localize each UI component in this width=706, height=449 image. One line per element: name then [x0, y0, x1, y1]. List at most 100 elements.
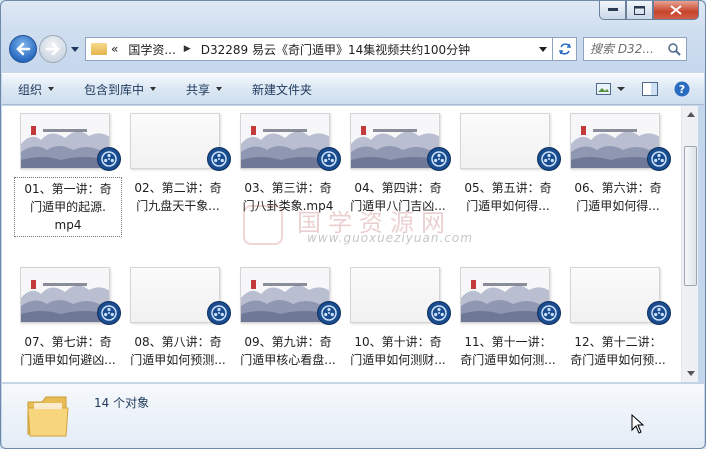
file-name-line: 门遁甲如何避凶...: [20, 353, 116, 367]
video-player-icon: [207, 147, 231, 171]
file-name[interactable]: 10、第十讲：奇 门遁甲如何测财...: [344, 331, 452, 371]
forward-button[interactable]: [39, 35, 67, 63]
share-label: 共享: [186, 82, 211, 97]
file-name-line: 门九盘天干象...: [136, 199, 220, 213]
file-list-view[interactable]: 国学资源网 www.guoxueziyuan.com 01、第一讲：奇 门遁甲的起…: [2, 106, 681, 382]
breadcrumb-separator-icon[interactable]: ▶: [184, 44, 191, 54]
video-player-icon: [207, 301, 231, 325]
file-item[interactable]: 03、第三讲：奇 门八卦类象.mp4: [234, 109, 342, 235]
file-item[interactable]: 06、第六讲：奇 门遁甲如何得...: [564, 109, 672, 235]
file-name-line: 门遁甲如何测财...: [350, 353, 446, 367]
caret-down-icon: [216, 87, 223, 91]
file-name-line: 门遁甲核心看盘...: [240, 353, 336, 367]
video-player-icon: [317, 301, 341, 325]
minimize-icon: [607, 8, 618, 11]
share-menu[interactable]: 共享: [186, 81, 223, 98]
refresh-button[interactable]: [553, 37, 577, 61]
file-name-line: 12、第十二讲：: [574, 335, 662, 349]
folder-icon: [91, 43, 107, 55]
change-view-button[interactable]: [596, 82, 626, 96]
search-icon: [668, 42, 681, 56]
file-item[interactable]: 04、第四讲：奇 门遁甲八门吉凶...: [344, 109, 452, 235]
file-name[interactable]: 09、第九讲：奇 门遁甲核心看盘...: [234, 331, 342, 371]
file-name[interactable]: 08、第八讲：奇 门遁甲如何预测...: [124, 331, 232, 371]
video-player-icon: [537, 147, 561, 171]
file-name[interactable]: 05、第五讲：奇 门遁甲如何得...: [454, 177, 562, 217]
caption-buttons: [599, 1, 699, 23]
arrow-left-icon: [16, 42, 31, 56]
help-button[interactable]: ?: [674, 81, 690, 97]
file-name[interactable]: 12、第十二讲： 奇门遁甲如何预...: [564, 331, 672, 371]
preview-pane-icon: [642, 82, 658, 96]
file-item[interactable]: 07、第七讲：奇 门遁甲如何避凶...: [14, 263, 122, 382]
file-item[interactable]: 01、第一讲：奇 门遁甲的起源. mp4: [14, 109, 122, 237]
chevron-down-icon: [539, 46, 547, 52]
video-player-icon: [427, 301, 451, 325]
address-dropdown[interactable]: [534, 38, 552, 60]
organize-label: 组织: [18, 82, 43, 97]
file-name-line: 02、第二讲：奇: [134, 181, 222, 195]
file-name[interactable]: 03、第三讲：奇 门八卦类象.mp4: [234, 177, 342, 217]
file-name-line: 门遁甲如何预测...: [130, 353, 226, 367]
scrollbar-thumb[interactable]: [684, 146, 697, 286]
file-name-line: 奇门遁甲如何预...: [570, 353, 666, 367]
file-item[interactable]: 05、第五讲：奇 门遁甲如何得...: [454, 109, 562, 235]
file-item[interactable]: 11、第十一讲： 奇门遁甲如何测...: [454, 263, 562, 382]
close-button[interactable]: [653, 1, 699, 20]
video-player-icon: [97, 147, 121, 171]
item-count: 14 个对象: [94, 396, 150, 410]
organize-menu[interactable]: 组织: [18, 81, 55, 98]
arrow-right-icon: [45, 42, 60, 56]
video-player-icon: [647, 301, 671, 325]
file-name-line: 门遁甲如何得...: [576, 199, 660, 213]
search-box[interactable]: [583, 37, 687, 61]
search-input[interactable]: [590, 42, 668, 56]
file-name[interactable]: 04、第四讲：奇 门遁甲八门吉凶...: [344, 177, 452, 217]
video-player-icon: [427, 147, 451, 171]
file-name-line: 06、第六讲：奇: [574, 181, 662, 195]
file-name[interactable]: 06、第六讲：奇 门遁甲如何得...: [564, 177, 672, 217]
file-item[interactable]: 02、第二讲：奇 门九盘天干象...: [124, 109, 232, 235]
breadcrumb-current[interactable]: D32289 易云《奇门遁甲》14集视频共约100分钟: [201, 41, 470, 58]
scroll-up-button[interactable]: [682, 106, 699, 123]
file-name[interactable]: 11、第十一讲： 奇门遁甲如何测...: [454, 331, 562, 371]
video-player-icon: [537, 301, 561, 325]
file-item[interactable]: 12、第十二讲： 奇门遁甲如何预...: [564, 263, 672, 382]
include-in-library-menu[interactable]: 包含到库中: [84, 81, 157, 98]
folder-icon: [26, 392, 70, 441]
command-bar: 组织 包含到库中 共享 新建文件夹 ?: [2, 73, 704, 105]
chevron-down-icon: [71, 46, 79, 52]
file-name-line: 奇门遁甲如何测...: [460, 353, 556, 367]
file-grid: 01、第一讲：奇 门遁甲的起源. mp4 02、第二讲：奇 门九盘天干象... 03、第…: [14, 109, 674, 382]
file-item[interactable]: 09、第九讲：奇 门遁甲核心看盘...: [234, 263, 342, 382]
new-folder-button[interactable]: 新建文件夹: [252, 81, 312, 98]
scroll-down-button[interactable]: [682, 365, 699, 382]
file-name-line: 门八卦类象.mp4: [242, 199, 334, 213]
preview-pane-button[interactable]: [642, 82, 658, 96]
file-name[interactable]: 07、第七讲：奇 门遁甲如何避凶...: [14, 331, 122, 371]
address-bar[interactable]: « 国学资... ▶ D32289 易云《奇门遁甲》14集视频共约100分钟: [85, 37, 553, 61]
minimize-button[interactable]: [599, 1, 626, 20]
details-pane: 14 个对象: [2, 383, 704, 448]
file-name[interactable]: 01、第一讲：奇 门遁甲的起源. mp4: [14, 177, 122, 237]
breadcrumb-item[interactable]: 国学资...: [128, 41, 175, 58]
navigation-bar: « 国学资... ▶ D32289 易云《奇门遁甲》14集视频共约100分钟: [9, 33, 697, 65]
mouse-cursor-icon: [631, 413, 645, 437]
breadcrumb-overflow[interactable]: «: [111, 42, 118, 56]
recent-pages-dropdown[interactable]: [69, 46, 81, 52]
file-item[interactable]: 08、第八讲：奇 门遁甲如何预测...: [124, 263, 232, 382]
file-item[interactable]: 10、第十讲：奇 门遁甲如何测财...: [344, 263, 452, 382]
explorer-window: « 国学资... ▶ D32289 易云《奇门遁甲》14集视频共约100分钟 组…: [0, 0, 706, 449]
include-in-library-label: 包含到库中: [84, 82, 145, 97]
file-name-line: 09、第九讲：奇: [244, 335, 332, 349]
file-name-line: 门遁甲的起源.: [30, 200, 106, 214]
view-icon: [596, 82, 611, 95]
file-name-line: 01、第一讲：奇: [24, 182, 112, 196]
vertical-scrollbar[interactable]: [681, 106, 698, 382]
file-name[interactable]: 02、第二讲：奇 门九盘天干象...: [124, 177, 232, 217]
maximize-button[interactable]: [626, 1, 653, 20]
back-button[interactable]: [9, 35, 37, 63]
caret-down-icon: [48, 87, 55, 91]
help-icon: ?: [674, 81, 690, 97]
caret-down-icon: [150, 87, 157, 91]
